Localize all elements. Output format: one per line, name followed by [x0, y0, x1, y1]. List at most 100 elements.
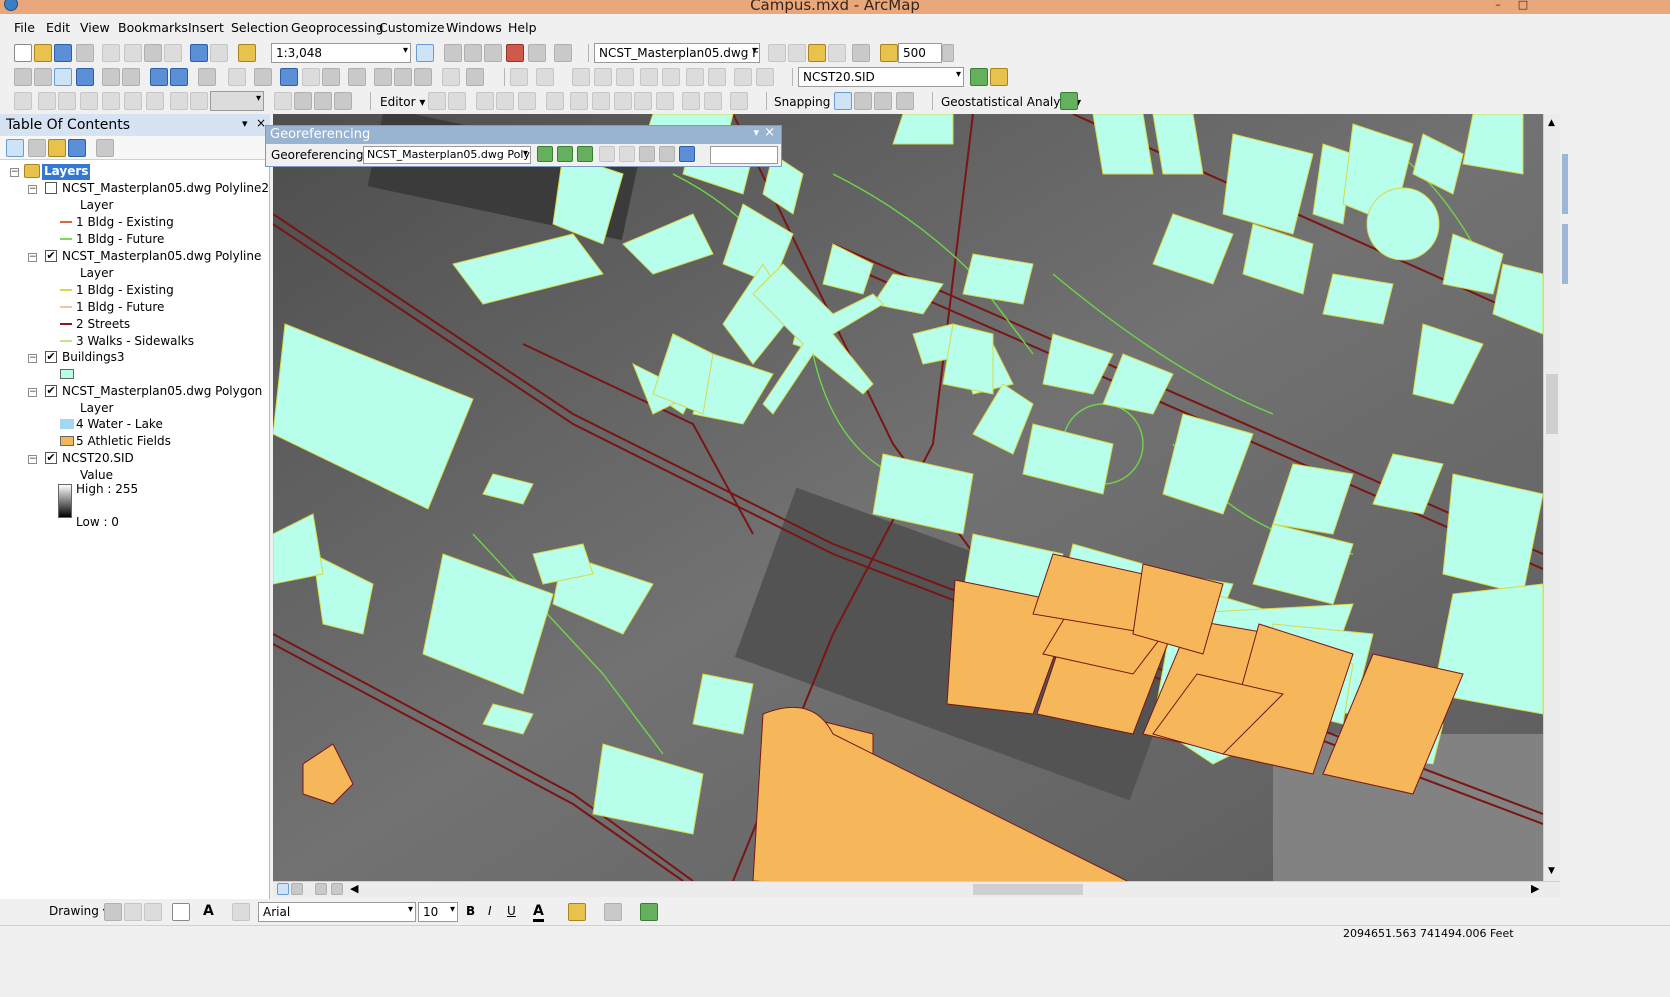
georef-layer-combo[interactable]: NCST_Masterplan05.dwg Polyline▾ — [363, 146, 531, 164]
editor-tool-3-icon[interactable] — [58, 92, 76, 110]
editor-tool-4-icon[interactable] — [80, 92, 98, 110]
forward-arrow-icon[interactable] — [170, 68, 188, 86]
georeferencing-titlebar[interactable]: Georeferencing ▾ × — [266, 125, 781, 144]
layer-name[interactable]: NCST_Masterplan05.dwg Polyline2 — [62, 181, 269, 197]
edit-annotation-icon[interactable] — [448, 92, 466, 110]
python-window-icon[interactable] — [528, 44, 546, 62]
edit-tool-icon[interactable] — [428, 92, 446, 110]
edit-vertices-drawing-icon[interactable] — [232, 903, 250, 921]
view-link-table-icon[interactable] — [639, 146, 655, 162]
rotate-2-icon[interactable] — [656, 92, 674, 110]
scroll-right-icon[interactable]: ▶ — [1531, 882, 1539, 895]
catalog-dock-tab[interactable] — [1562, 154, 1568, 214]
scroll-thumb[interactable] — [1546, 374, 1558, 434]
select-elements-pointer-icon[interactable] — [254, 68, 272, 86]
collapse-layers-icon[interactable]: − — [10, 168, 19, 177]
histogram-icon[interactable] — [990, 68, 1008, 86]
collapse-layer-icon[interactable]: − — [28, 388, 37, 397]
topology-icon[interactable] — [510, 68, 528, 86]
full-extent-globe-icon[interactable] — [76, 68, 94, 86]
sketch-properties-icon[interactable] — [662, 68, 680, 86]
delete-icon[interactable] — [164, 44, 182, 62]
vertex-snapping-icon[interactable] — [874, 92, 892, 110]
refresh-icon[interactable] — [315, 883, 327, 895]
layer-visibility-checkbox[interactable]: ✔ — [45, 452, 57, 464]
menu-windows[interactable]: Windows — [446, 20, 502, 35]
layer-visibility-checkbox[interactable]: ✔ — [45, 351, 57, 363]
zoom-to-link-icon[interactable] — [577, 146, 593, 162]
select-features-icon[interactable] — [198, 68, 216, 86]
scroll-thumb[interactable] — [973, 884, 1083, 895]
add-control-points-icon[interactable] — [537, 146, 553, 162]
measure-icon[interactable] — [348, 68, 366, 86]
fix-topology-icon[interactable] — [756, 68, 774, 86]
line-symbol[interactable] — [60, 323, 72, 325]
pan-hand-icon[interactable] — [54, 68, 72, 86]
menu-view[interactable]: View — [80, 20, 110, 35]
rotate-element-icon[interactable] — [124, 903, 142, 921]
point-snapping-icon[interactable] — [834, 92, 852, 110]
fill-symbol[interactable] — [60, 419, 74, 429]
collapse-layer-icon[interactable]: − — [28, 354, 37, 363]
layout-tool-1-icon[interactable] — [274, 92, 292, 110]
fill-color-icon[interactable] — [568, 903, 586, 921]
font-combo[interactable]: Arial ▾ — [258, 902, 416, 922]
edge-snapping-icon[interactable] — [896, 92, 914, 110]
layer-swipe-icon[interactable] — [808, 44, 826, 62]
split-icon[interactable] — [594, 68, 612, 86]
clear-selection-icon[interactable] — [228, 68, 246, 86]
raster-vectorize-icon[interactable] — [970, 68, 988, 86]
line-symbol[interactable] — [60, 221, 72, 223]
save-icon[interactable] — [54, 44, 72, 62]
layer-name[interactable]: NCST_Masterplan05.dwg Polygon — [62, 384, 262, 400]
light-icon[interactable] — [788, 44, 806, 62]
open-folder-icon[interactable] — [34, 44, 52, 62]
model-builder-icon[interactable] — [554, 44, 572, 62]
edit-vertices-2-icon[interactable] — [570, 92, 588, 110]
list-by-visibility-icon[interactable] — [48, 139, 66, 157]
layer-name[interactable]: NCST20.SID — [62, 451, 134, 467]
map-horizontal-scrollbar[interactable]: ◀ ▶ — [273, 881, 1560, 897]
map-scale-combo[interactable]: 1:3,048 ▾ — [271, 43, 411, 63]
map-display[interactable] — [273, 114, 1543, 881]
editor-disabled-combo[interactable]: ▾ — [210, 91, 264, 111]
cut-icon[interactable] — [102, 44, 120, 62]
rectangle-icon[interactable] — [172, 903, 190, 921]
marker-color-icon[interactable] — [640, 903, 658, 921]
map-canvas[interactable] — [273, 114, 1543, 881]
reshape-icon[interactable] — [572, 68, 590, 86]
drawing-menu[interactable]: Drawing ▾ — [49, 904, 109, 918]
identify-icon[interactable] — [280, 68, 298, 86]
menu-edit[interactable]: Edit — [46, 20, 70, 35]
attributes-icon[interactable] — [640, 68, 658, 86]
auto-registration-icon[interactable] — [619, 146, 635, 162]
edit-vertices-icon[interactable] — [536, 68, 554, 86]
create-viewer-icon[interactable] — [466, 68, 484, 86]
font-color-button[interactable]: A — [533, 903, 544, 922]
editor-tool-5-icon[interactable] — [102, 92, 120, 110]
redo-icon[interactable] — [210, 44, 228, 62]
editor-menu[interactable]: Editor ▾ — [380, 95, 425, 109]
bold-button[interactable]: B — [466, 904, 475, 918]
catalog-window-icon[interactable] — [464, 44, 482, 62]
editor-tool-2-icon[interactable] — [38, 92, 56, 110]
go-to-xy-icon[interactable] — [414, 68, 432, 86]
back-arrow-icon[interactable] — [150, 68, 168, 86]
print-icon[interactable] — [76, 44, 94, 62]
text-tool-icon[interactable]: A — [203, 903, 214, 919]
georeferencing-menu[interactable]: Georeferencing ▾ — [271, 148, 373, 162]
zoom-to-elements-icon[interactable] — [144, 903, 162, 921]
magnifier-icon[interactable] — [880, 44, 898, 62]
pin-icon[interactable]: ▾ — [242, 117, 248, 130]
zoom-spinner[interactable] — [942, 44, 954, 62]
menu-file[interactable]: File — [14, 20, 35, 35]
flicker-icon[interactable] — [828, 44, 846, 62]
find-route-icon[interactable] — [394, 68, 412, 86]
layer-visibility-checkbox[interactable]: ✔ — [45, 250, 57, 262]
georef-angle-input[interactable] — [710, 146, 778, 164]
line-symbol[interactable] — [60, 238, 72, 240]
list-by-drawing-order-icon[interactable] — [6, 139, 24, 157]
zoom-out-icon[interactable] — [34, 68, 52, 86]
maximize-button[interactable]: □ — [1510, 0, 1536, 12]
end-point-arc-icon[interactable] — [496, 92, 514, 110]
